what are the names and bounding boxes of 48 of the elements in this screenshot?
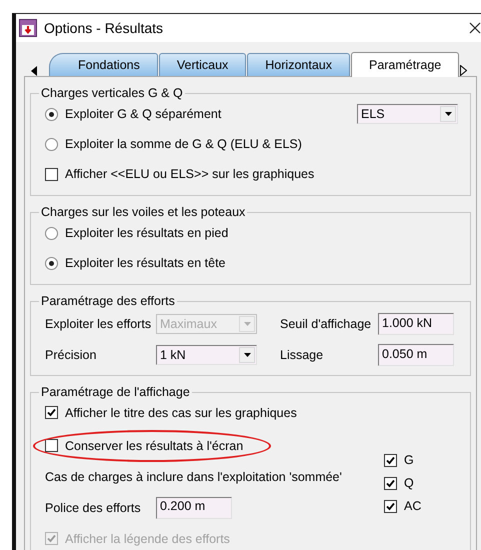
- scroll-left-icon[interactable]: [31, 66, 37, 76]
- field-label: Exploiter les efforts: [45, 317, 152, 331]
- field-label: Seuil d'affichage: [280, 317, 372, 331]
- checkbox-label: Conserver les résultats à l'écran: [65, 438, 244, 452]
- checkbox-label: AC: [404, 499, 422, 513]
- checkbox-label: Afficher <<ELU ou ELS>> sur les graphiques: [65, 167, 314, 181]
- caret-icon: [244, 353, 250, 357]
- group-title: Charges sur les voiles et les poteaux: [40, 205, 246, 219]
- tab[interactable]: Verticaux: [158, 53, 246, 76]
- caret-icon: [444, 112, 452, 116]
- group-title: Paramétrage de l'affichage: [40, 385, 191, 399]
- scroll-right-icon[interactable]: [460, 65, 468, 76]
- group-title: Paramétrage des efforts: [40, 294, 176, 308]
- checkbox[interactable]: [45, 168, 58, 180]
- radio-button[interactable]: [45, 108, 58, 120]
- field-label: Lissage: [280, 348, 324, 362]
- radio-label: Exploiter G & Q séparément: [65, 107, 222, 121]
- checkbox[interactable]: [45, 439, 58, 452]
- tab[interactable]: Paramétrage: [350, 52, 460, 77]
- input-field[interactable]: 0.200 m: [156, 496, 232, 518]
- checkbox-label: Q: [404, 476, 414, 490]
- radio-button[interactable]: [45, 226, 58, 240]
- checkbox[interactable]: [45, 406, 58, 419]
- caret-icon: [244, 322, 250, 326]
- checkbox-label: Afficher la légende des efforts: [65, 532, 230, 546]
- window-title: Options - Résultats: [44, 20, 164, 36]
- input-field[interactable]: 0.050 m: [378, 344, 454, 366]
- app-icon: [19, 19, 37, 37]
- input-field[interactable]: 1.000 kN: [378, 313, 454, 335]
- radio-label: Exploiter les résultats en pied: [65, 226, 228, 240]
- tab[interactable]: Fondations: [49, 53, 158, 76]
- radio-button[interactable]: [45, 138, 58, 150]
- field-label: Précision: [45, 348, 98, 362]
- tab[interactable]: Horizontaux: [247, 53, 350, 76]
- checkbox[interactable]: [384, 500, 397, 512]
- dropdown[interactable]: 1 kN: [156, 345, 257, 365]
- group-title: Charges verticales G & Q: [40, 86, 184, 100]
- close-icon[interactable]: [469, 22, 481, 34]
- radio-label: Exploiter les résultats en tête: [65, 256, 226, 270]
- checkbox-label: Afficher le titre des cas sur les graphiques: [65, 406, 297, 420]
- radio-button[interactable]: [45, 256, 58, 270]
- option-label: Cas de charges à inclure dans l'exploitation 'sommée': [45, 470, 342, 484]
- checkbox[interactable]: [384, 476, 397, 490]
- radio-label: Exploiter la somme de G & Q (ELU & ELS): [65, 137, 302, 151]
- checkbox-label: G: [404, 453, 414, 467]
- checkbox[interactable]: [384, 454, 397, 466]
- field-label: Police des efforts: [45, 500, 142, 514]
- dropdown[interactable]: ELS: [357, 104, 458, 124]
